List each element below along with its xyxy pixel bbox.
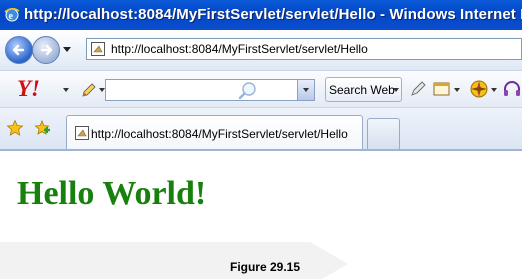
svg-text:e: e xyxy=(9,11,14,22)
page-content: Hello World! xyxy=(0,149,522,242)
forward-arrow-icon xyxy=(40,44,53,56)
mail-menu-arrow-icon[interactable] xyxy=(454,88,460,92)
title-bar: e http://localhost:8084/MyFirstServlet/s… xyxy=(0,0,522,30)
add-favorites-icon[interactable] xyxy=(33,119,51,137)
search-glass-icon xyxy=(238,82,256,100)
page-icon xyxy=(75,126,89,140)
search-input[interactable] xyxy=(105,79,315,101)
new-tab-button[interactable] xyxy=(367,118,400,150)
tab-hello[interactable]: http://localhost:8084/MyFirstServlet/ser… xyxy=(66,115,363,150)
mail-icon[interactable] xyxy=(432,79,452,99)
compass-menu-arrow-icon[interactable] xyxy=(491,88,497,92)
yahoo-toolbar: Y! Search Web xyxy=(0,70,522,107)
window-title: http://localhost:8084/MyFirstServlet/ser… xyxy=(24,6,522,23)
recent-pages-dropdown[interactable] xyxy=(63,47,71,52)
compass-icon[interactable] xyxy=(469,79,489,99)
browser-window: e http://localhost:8084/MyFirstServlet/s… xyxy=(0,0,522,242)
search-history-dropdown[interactable] xyxy=(297,79,315,101)
highlighter-icon[interactable] xyxy=(408,79,428,99)
forward-button[interactable] xyxy=(32,36,60,64)
tab-bar: http://localhost:8084/MyFirstServlet/ser… xyxy=(0,107,522,150)
page-icon xyxy=(91,42,105,56)
address-bar[interactable]: http://localhost:8084/MyFirstServlet/ser… xyxy=(86,38,522,60)
address-text: http://localhost:8084/MyFirstServlet/ser… xyxy=(111,42,368,56)
favorites-star-icon[interactable] xyxy=(6,119,24,137)
navigation-bar: http://localhost:8084/MyFirstServlet/ser… xyxy=(0,30,522,70)
yahoo-logo[interactable]: Y! xyxy=(17,76,40,102)
headphones-icon[interactable] xyxy=(502,79,522,99)
pencil-icon[interactable] xyxy=(80,81,98,99)
search-web-button[interactable]: Search Web xyxy=(325,77,402,102)
yahoo-menu-arrow-icon[interactable] xyxy=(63,88,69,92)
chevron-down-icon xyxy=(303,88,309,92)
search-web-label: Search Web xyxy=(329,83,395,97)
search-web-menu-arrow-icon xyxy=(393,88,399,92)
back-arrow-icon xyxy=(12,44,25,56)
tab-label: http://localhost:8084/MyFirstServlet/ser… xyxy=(91,127,348,141)
page-heading: Hello World! xyxy=(17,175,207,212)
figure-caption: Figure 29.15 xyxy=(229,260,301,274)
internet-explorer-icon: e xyxy=(4,7,20,22)
back-button[interactable] xyxy=(5,36,33,64)
